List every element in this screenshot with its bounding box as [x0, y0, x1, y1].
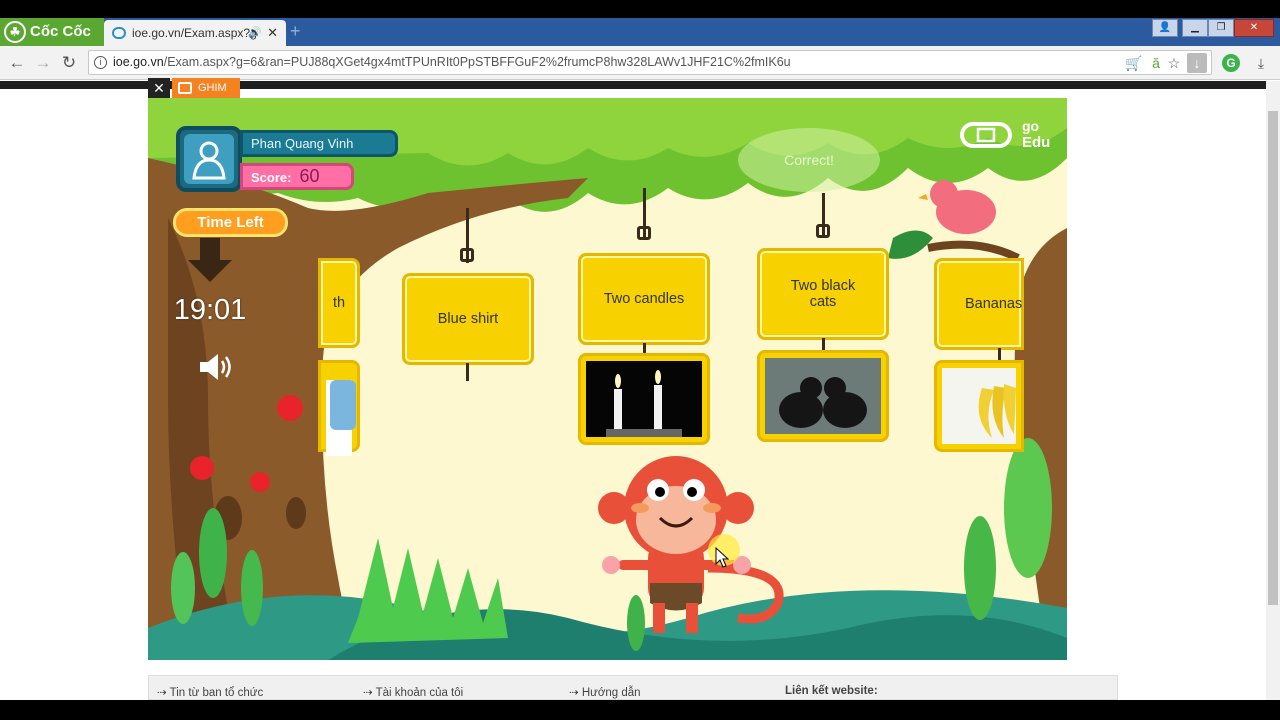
candles-picture: [586, 361, 702, 437]
minimize-button[interactable]: ▁: [1182, 19, 1208, 37]
ladybug-icon: [250, 472, 270, 492]
speaker-icon[interactable]: [198, 352, 234, 382]
player-avatar: [176, 126, 242, 192]
goedu-logo: go Edu: [958, 116, 1054, 156]
bush: [1004, 438, 1052, 578]
grass-tuft: [348, 538, 508, 643]
audio-playing-icon[interactable]: 🔊: [248, 20, 262, 46]
address-path: /Exam.aspx?g=6&ran=PUJ88qXGet4gx4mtTPUnR…: [163, 55, 791, 69]
bush: [964, 516, 996, 620]
ladybug-icon: [190, 456, 214, 480]
bottom-black-bar: [0, 700, 1280, 720]
down-arrow-icon: [188, 238, 232, 282]
back-button[interactable]: ←: [6, 52, 28, 74]
tab-favicon-icon: [112, 27, 126, 39]
pin-icon: [178, 82, 192, 94]
footer-link-organizer-news[interactable]: ⇢ Tin từ ban tổ chức: [157, 685, 263, 699]
bush: [627, 595, 645, 651]
picture-card-boy[interactable]: [318, 360, 360, 456]
top-black-bar: [0, 0, 1280, 18]
close-window-button[interactable]: ✕: [1234, 19, 1274, 37]
score-label: Score:: [251, 170, 292, 185]
card-5-text: Bananas: [965, 296, 1023, 312]
bush: [199, 508, 227, 598]
scrollbar-thumb[interactable]: [1268, 111, 1278, 605]
card-3-text: Two candles: [603, 291, 685, 307]
shopping-cart-icon[interactable]: 🛒: [1124, 53, 1144, 73]
answer-card-3[interactable]: Two candles: [578, 253, 710, 345]
bush: [241, 550, 263, 626]
boy-shirt: [330, 380, 356, 430]
page-footer: ⇢ Tin từ ban tổ chức ⇢ Tài khoản của tôi…: [148, 675, 1118, 700]
footer-link-3-label: Hướng dẫn: [581, 687, 641, 699]
address-host: ioe.go.vn: [113, 55, 164, 69]
download-arrow-icon[interactable]: ↓: [1187, 53, 1207, 73]
score-panel: Score: 60: [240, 163, 354, 190]
new-tab-button[interactable]: +: [290, 22, 310, 41]
downloads-icon[interactable]: ⤓: [1251, 53, 1271, 73]
answer-card-5[interactable]: Bananas: [934, 258, 1024, 350]
footer-link-guide[interactable]: ⇢ Hướng dẫn: [569, 685, 641, 699]
timer-value: 19:01: [173, 294, 247, 326]
card-1-text: th: [332, 295, 346, 311]
cats-picture: [765, 358, 881, 434]
picture-card-cats[interactable]: [757, 350, 889, 442]
maximize-button[interactable]: ❐: [1208, 19, 1234, 37]
site-info-icon[interactable]: i: [94, 56, 107, 69]
translate-icon[interactable]: ă: [1146, 53, 1166, 73]
tab-title: ioe.go.vn/Exam.aspx?g: [132, 26, 257, 40]
tab-active[interactable]: ioe.go.vn/Exam.aspx?g 🔊 ✕: [104, 20, 286, 46]
avatar-user-icon: [184, 134, 234, 184]
time-left-label: Time Left: [173, 208, 288, 237]
card-hook: [637, 226, 651, 240]
footer-website-links-label: Liên kết website:: [785, 685, 878, 697]
grammarly-icon[interactable]: G: [1222, 54, 1240, 72]
footer-link-2-label: Tài khoản của tôi: [375, 687, 464, 699]
tab-close-icon[interactable]: ✕: [267, 20, 278, 46]
card-hook: [816, 224, 830, 238]
bush: [171, 552, 195, 624]
address-bar[interactable]: i ioe.go.vn/Exam.aspx?g=6&ran=PUJ88qXGet…: [88, 50, 1212, 75]
mouse-cursor-icon: [708, 534, 740, 568]
answer-card-2[interactable]: Blue shirt: [402, 273, 534, 365]
bananas-picture: [942, 368, 1016, 444]
picture-card-bananas[interactable]: [934, 360, 1024, 452]
profile-icon[interactable]: 👤: [1152, 19, 1178, 37]
trunk-knot: [286, 497, 306, 529]
card-hook: [460, 248, 474, 262]
footer-link-1-label: Tin từ ban tổ chức: [169, 687, 264, 699]
forward-button[interactable]: →: [32, 52, 54, 74]
footer-link-my-account[interactable]: ⇢ Tài khoản của tôi: [363, 685, 463, 699]
answer-card-1[interactable]: th: [318, 258, 360, 348]
pin-button[interactable]: GHIM: [172, 78, 240, 98]
brand-label: Cốc Cốc: [30, 23, 91, 40]
reload-button[interactable]: ↻: [58, 52, 80, 74]
boy-picture: [326, 380, 356, 456]
card-4-text: Two black cats: [790, 278, 856, 310]
bookmark-star-icon[interactable]: ☆: [1164, 53, 1184, 73]
score-value: 60: [299, 166, 320, 186]
logo-edu: Edu: [1022, 134, 1051, 151]
bird-head: [930, 180, 958, 208]
goedu-logo-icon: [960, 122, 1012, 148]
pin-label: GHIM: [198, 82, 227, 94]
right-branch: [927, 240, 1020, 262]
card-rope: [998, 348, 1001, 360]
bird-beak: [918, 194, 928, 200]
card-rope: [822, 338, 825, 350]
leaf: [888, 230, 933, 259]
player-name: Phan Quang Vinh: [240, 130, 398, 157]
ladybug-icon: [277, 395, 303, 421]
browser-brand[interactable]: ☘ Cốc Cốc: [0, 18, 104, 46]
picture-card-candles[interactable]: [578, 353, 710, 445]
page-scrollbar[interactable]: [1266, 81, 1280, 700]
feedback-bubble: Correct!: [738, 128, 880, 192]
answer-card-4[interactable]: Two black cats: [757, 248, 889, 340]
coccoc-logo-icon: ☘: [4, 21, 26, 44]
card-rope: [466, 363, 469, 381]
logo-go: go: [1022, 118, 1040, 134]
card-2-text: Blue shirt: [437, 311, 499, 327]
close-ad-button[interactable]: ✕: [148, 78, 170, 98]
